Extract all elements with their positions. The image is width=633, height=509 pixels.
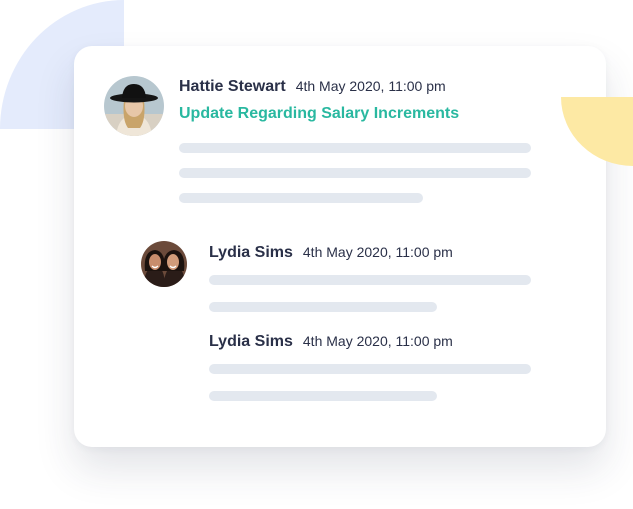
text-placeholder-line bbox=[209, 302, 437, 312]
text-placeholder-line bbox=[179, 143, 531, 153]
author-name[interactable]: Hattie Stewart bbox=[179, 78, 286, 96]
two-women-photo-icon bbox=[141, 241, 187, 287]
text-placeholder-line bbox=[209, 364, 531, 374]
woman-in-hat-photo-icon bbox=[104, 76, 164, 136]
reply-header: Lydia Sims 4th May 2020, 11:00 pm bbox=[209, 244, 453, 262]
reply-author-name[interactable]: Lydia Sims bbox=[209, 244, 293, 262]
text-placeholder-line bbox=[179, 193, 423, 203]
reply-author-name[interactable]: Lydia Sims bbox=[209, 333, 293, 351]
message-header: Hattie Stewart 4th May 2020, 11:00 pm bbox=[179, 78, 446, 96]
text-placeholder-line bbox=[209, 391, 437, 401]
message-thread-card: Hattie Stewart 4th May 2020, 11:00 pm Up… bbox=[74, 46, 606, 447]
stage: Hattie Stewart 4th May 2020, 11:00 pm Up… bbox=[0, 0, 633, 509]
avatar-lydia-sims[interactable] bbox=[141, 241, 187, 287]
text-placeholder-line bbox=[179, 168, 531, 178]
message-subject[interactable]: Update Regarding Salary Increments bbox=[179, 105, 459, 123]
reply-header: Lydia Sims 4th May 2020, 11:00 pm bbox=[209, 333, 453, 351]
reply-timestamp: 4th May 2020, 11:00 pm bbox=[302, 244, 453, 260]
reply-timestamp: 4th May 2020, 11:00 pm bbox=[302, 333, 453, 349]
text-placeholder-line bbox=[209, 275, 531, 285]
message-timestamp: 4th May 2020, 11:00 pm bbox=[295, 78, 446, 94]
avatar-hattie-stewart[interactable] bbox=[104, 76, 164, 136]
